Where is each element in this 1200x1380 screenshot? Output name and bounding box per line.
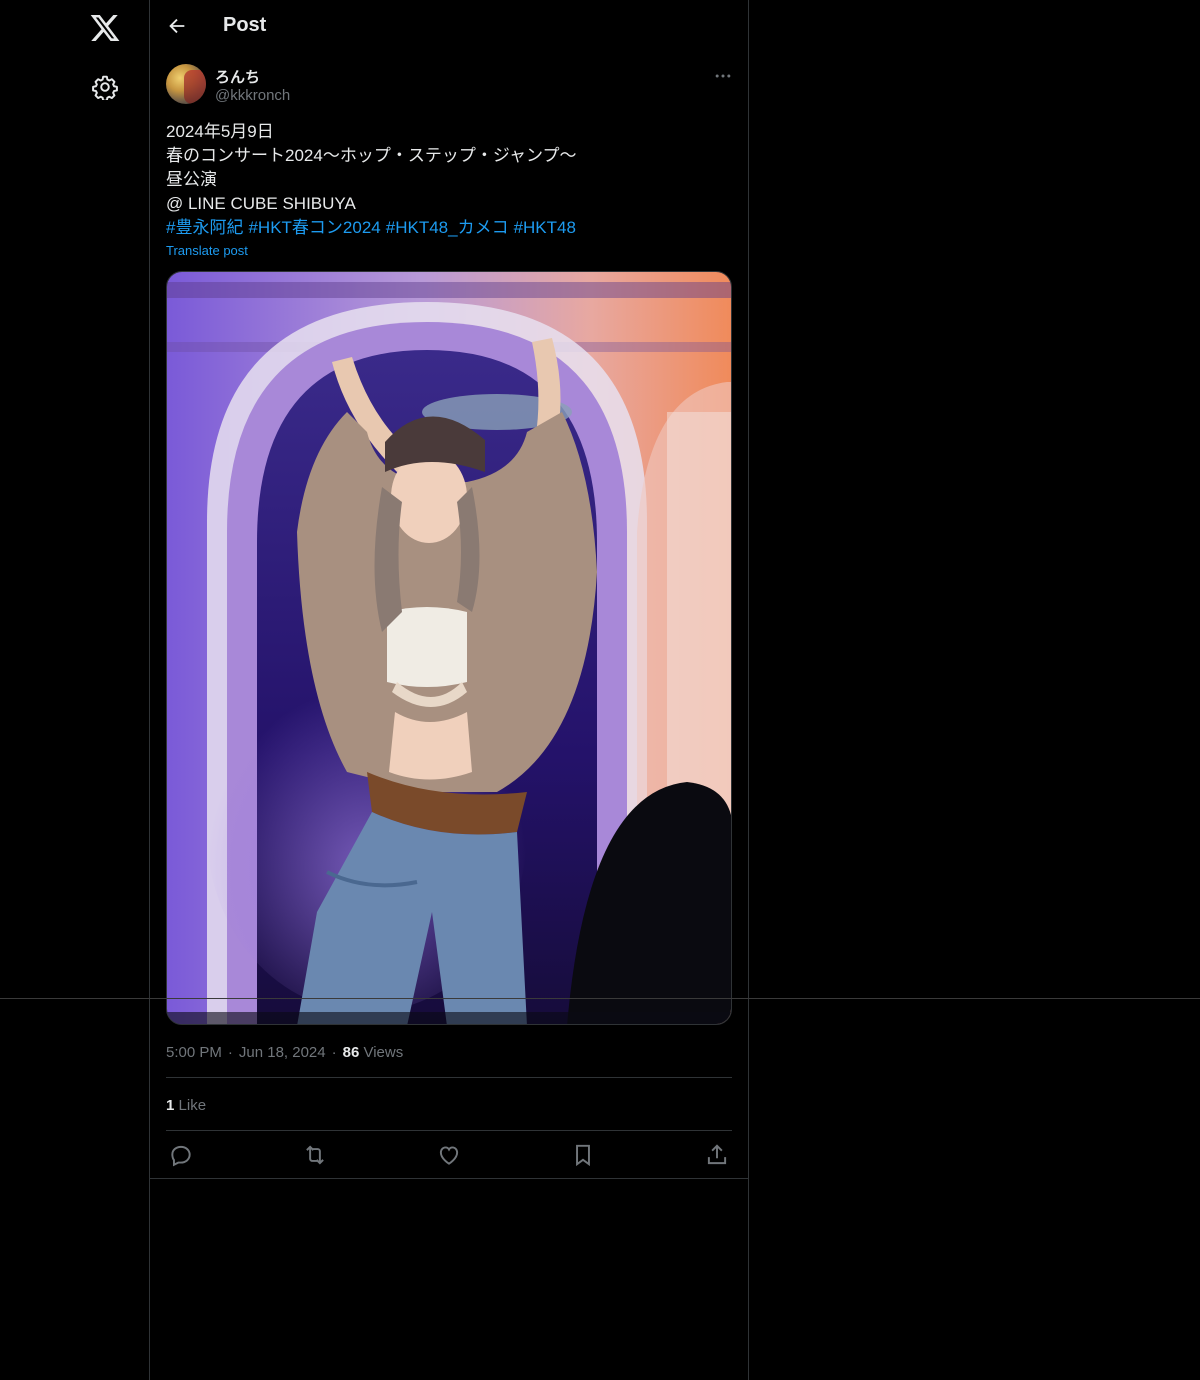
page-header: Post — [150, 0, 748, 54]
likes-summary[interactable]: 1 Like — [166, 1097, 206, 1114]
share-icon[interactable] — [704, 1142, 730, 1168]
author-handle[interactable]: @kkkronch — [215, 87, 290, 104]
action-bar — [166, 1142, 732, 1168]
gear-icon[interactable] — [92, 74, 118, 100]
concert-photo-illustration — [167, 272, 731, 1024]
back-arrow-icon[interactable] — [166, 15, 188, 37]
overlay-divider-line — [0, 998, 1200, 999]
divider — [166, 1077, 732, 1078]
hashtag-link[interactable]: #HKT春コン2024 — [248, 218, 380, 237]
post-photo[interactable] — [166, 271, 732, 1025]
post-meta: 5:00 PM · Jun 18, 2024 · 86 Views — [166, 1044, 404, 1061]
hashtag-link[interactable]: #HKT48 — [514, 218, 576, 237]
hashtag-list: #豊永阿紀 #HKT春コン2024 #HKT48_カメコ #HKT48 — [166, 216, 732, 240]
page-title: Post — [223, 14, 267, 36]
post-text-line: @ LINE CUBE SHIBUYA — [166, 194, 356, 213]
more-options-icon[interactable] — [713, 66, 733, 86]
author-display-name[interactable]: ろんち — [215, 66, 260, 87]
post-date[interactable]: Jun 18, 2024 — [239, 1044, 326, 1061]
reply-icon[interactable] — [168, 1142, 194, 1168]
post-text-line: 2024年5月9日 — [166, 122, 274, 141]
hashtag-link[interactable]: #HKT48_カメコ — [386, 218, 509, 237]
divider — [166, 1130, 732, 1131]
post-text-line: 昼公演 — [166, 170, 217, 189]
translate-post-link[interactable]: Translate post — [166, 243, 248, 258]
bookmark-icon[interactable] — [570, 1142, 596, 1168]
post-time[interactable]: 5:00 PM — [166, 1044, 222, 1061]
post-detail-column: Post ろんち @kkkronch 2024年5月9日 春のコンサート2024… — [149, 0, 749, 1380]
avatar[interactable] — [166, 64, 206, 104]
divider — [150, 1178, 748, 1179]
x-logo-icon[interactable] — [89, 12, 121, 44]
repost-icon[interactable] — [302, 1142, 328, 1168]
likes-count: 1 — [166, 1097, 175, 1114]
views-label: Views — [363, 1044, 404, 1061]
left-nav-rail — [0, 0, 149, 1380]
hashtag-link[interactable]: #豊永阿紀 — [166, 218, 243, 237]
post-text: 2024年5月9日 春のコンサート2024〜ホップ・ステップ・ジャンプ〜 昼公演… — [166, 120, 732, 240]
likes-label: Like — [178, 1097, 207, 1114]
like-icon[interactable] — [436, 1142, 462, 1168]
views-count: 86 — [342, 1044, 360, 1061]
post-text-line: 春のコンサート2024〜ホップ・ステップ・ジャンプ〜 — [166, 146, 577, 165]
